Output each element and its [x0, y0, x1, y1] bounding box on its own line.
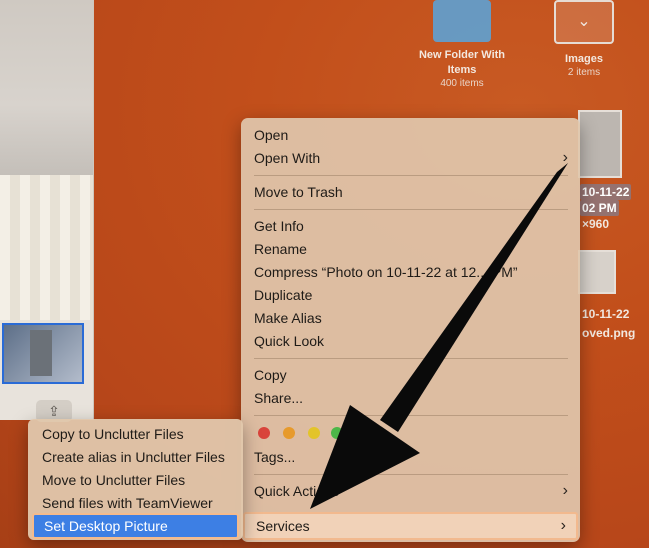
arrow-shaft	[380, 163, 568, 432]
annotation-arrow	[310, 163, 568, 509]
